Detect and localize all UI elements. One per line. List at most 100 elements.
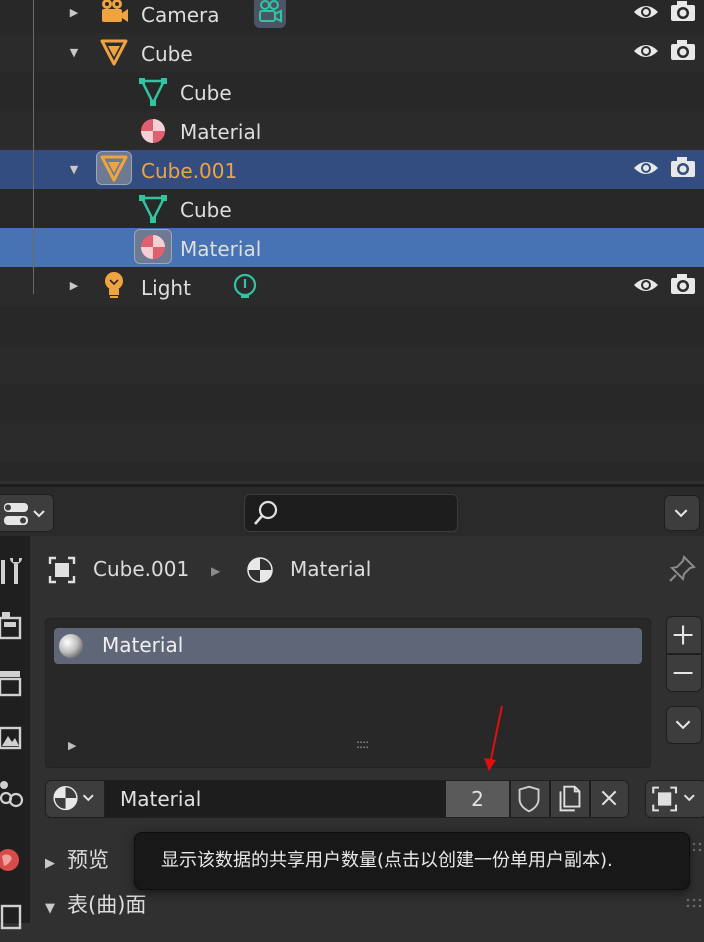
list-resize-handle[interactable]: ::::: [356, 737, 369, 751]
search-icon: [254, 500, 278, 525]
outliner-item-label: Camera: [141, 3, 220, 27]
outliner-empty-row: [0, 384, 704, 423]
browse-material-button[interactable]: [45, 780, 105, 818]
outliner-row-cube-material[interactable]: [0, 111, 704, 150]
pin-icon[interactable]: [667, 554, 697, 584]
minus-icon: [673, 671, 693, 675]
properties-header: [0, 484, 704, 536]
render-camera-icon[interactable]: [670, 156, 696, 178]
object-data-link-icon: [652, 786, 695, 812]
scene-icon: [0, 781, 24, 808]
breadcrumb-separator-icon: ▶: [211, 564, 221, 578]
tab-output[interactable]: [0, 661, 26, 705]
outliner-item-label: Cube: [180, 198, 232, 222]
collapse-triangle-icon: ▼: [45, 901, 55, 916]
active-object-icon-box: [96, 151, 132, 185]
expand-triangle-icon[interactable]: ▶: [67, 6, 81, 20]
wrench-screwdriver-icon: [1, 558, 22, 584]
panel-preview-label: 预览: [67, 848, 109, 872]
outliner-empty-row: [0, 345, 704, 384]
outliner-panel: ▶ Camera ▼ Cube Cube Material ▼ Cube.001…: [0, 0, 704, 481]
world-icon: [0, 849, 19, 871]
panel-preview-header[interactable]: ▶ 预览: [45, 844, 109, 874]
expand-triangle-icon: ▶: [45, 856, 55, 871]
outliner-item-label: Light: [141, 276, 191, 300]
object-icon: [48, 556, 76, 584]
render-camera-icon[interactable]: [670, 39, 696, 61]
outliner-row-cube001-mesh[interactable]: [0, 189, 704, 228]
options-dropdown-button[interactable]: [664, 495, 700, 531]
breadcrumb-object: Cube.001: [93, 557, 190, 581]
light-data-icon[interactable]: [231, 272, 259, 302]
close-icon: [601, 790, 617, 806]
outliner-empty-row: [0, 462, 704, 481]
link-scope-button[interactable]: [645, 780, 704, 818]
properties-editor-icon: [4, 503, 45, 525]
slot-specials-button[interactable]: [666, 706, 702, 744]
material-preview-sphere-icon: [59, 634, 83, 658]
outliner-item-label-active: Cube.001: [141, 159, 238, 183]
active-material-icon-box: [134, 229, 172, 264]
tab-scene[interactable]: [0, 771, 26, 815]
material-datablock-row: 2: [45, 780, 629, 818]
duplicate-icon: [559, 785, 581, 812]
material-slot-list: Material ▶ ::::: [45, 618, 651, 768]
mesh-data-icon: [139, 78, 167, 106]
tab-collection[interactable]: [0, 894, 26, 938]
unlink-material-button[interactable]: [590, 780, 629, 818]
outliner-empty-row: [0, 423, 704, 462]
material-icon: [141, 235, 165, 259]
render-camera-icon[interactable]: [670, 273, 696, 295]
collapse-triangle-icon[interactable]: ▼: [67, 46, 81, 60]
chevron-down-icon: [674, 509, 688, 518]
editor-type-button[interactable]: [0, 494, 54, 532]
tooltip: 显示该数据的共享用户数量(点击以创建一份单用户副本).: [134, 832, 690, 890]
tab-world[interactable]: [0, 838, 26, 882]
tab-view-layer[interactable]: [0, 716, 26, 760]
outliner-row-cube-mesh[interactable]: [0, 72, 704, 111]
outliner-item-label: Cube: [141, 42, 193, 66]
tab-tool[interactable]: [0, 550, 26, 594]
fake-user-button[interactable]: [510, 780, 550, 818]
light-object-icon: [105, 272, 123, 298]
properties-tabs: [0, 536, 30, 930]
mesh-data-icon: [139, 195, 167, 223]
hierarchy-line: [33, 0, 34, 294]
remove-material-slot-button[interactable]: [666, 654, 702, 692]
eye-icon[interactable]: [633, 157, 659, 179]
mesh-object-icon: [100, 155, 128, 182]
material-icon: [141, 119, 165, 143]
panel-surface-label: 表(曲)面: [67, 893, 147, 917]
annotation-arrow: [484, 705, 503, 771]
outliner-item-label: Material: [180, 120, 262, 144]
camera-data-button[interactable]: [254, 0, 286, 28]
user-count-button[interactable]: 2: [445, 780, 510, 818]
material-shading-icon: [53, 785, 94, 811]
render-camera-icon[interactable]: [670, 0, 696, 22]
eye-icon[interactable]: [633, 274, 659, 296]
expand-triangle-icon[interactable]: ▶: [67, 279, 81, 293]
duplicate-material-button[interactable]: [550, 780, 590, 818]
eye-icon[interactable]: [633, 40, 659, 62]
tab-render[interactable]: [0, 606, 26, 650]
material-slot-label: Material: [102, 633, 184, 657]
collapse-triangle-icon[interactable]: ▼: [67, 163, 81, 177]
output-printer-icon: [0, 671, 22, 697]
add-material-slot-button[interactable]: [666, 616, 702, 654]
expand-filter-triangle-icon[interactable]: ▶: [68, 739, 76, 752]
camera-object-icon: [102, 0, 128, 22]
outliner-empty-row: [0, 306, 704, 345]
panel-surface-header[interactable]: ▼ 表(曲)面: [45, 889, 146, 919]
material-shading-icon: [247, 557, 273, 583]
material-name-field[interactable]: [105, 780, 445, 818]
render-icon: [0, 612, 22, 640]
shield-icon: [518, 785, 540, 813]
camera-data-icon: [259, 0, 282, 23]
outliner-item-label: Material: [180, 237, 262, 261]
mesh-object-icon: [100, 39, 128, 66]
plus-icon: [673, 625, 693, 645]
breadcrumb-material: Material: [290, 557, 372, 581]
material-slot-item[interactable]: Material: [54, 628, 642, 664]
outliner-row-cube001-material[interactable]: [0, 228, 704, 267]
eye-icon[interactable]: [633, 1, 659, 23]
